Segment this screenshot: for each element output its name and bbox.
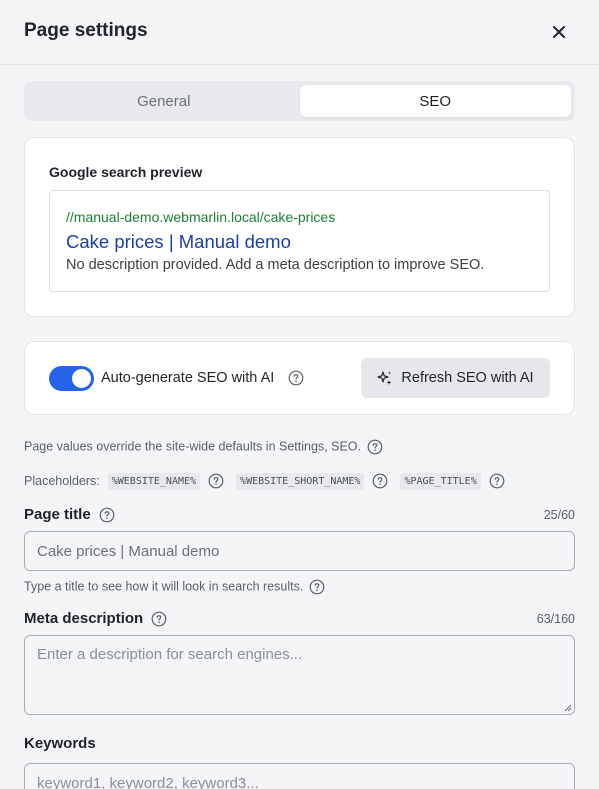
auto-generate-toggle[interactable] xyxy=(49,366,94,391)
page-title-label-text: Page title xyxy=(24,506,91,523)
page-title-label: Page title xyxy=(24,506,115,523)
meta-description-input[interactable]: Enter a description for search engines..… xyxy=(24,635,575,715)
keywords-input[interactable]: keyword1, keyword2, keyword3... xyxy=(24,763,575,789)
dialog-title: Page settings xyxy=(24,20,148,41)
meta-description-label: Meta description xyxy=(24,610,167,627)
resize-handle-icon[interactable] xyxy=(564,704,572,712)
help-icon[interactable] xyxy=(309,579,325,595)
preview-description: No description provided. Add a meta desc… xyxy=(66,257,485,273)
keywords-placeholder: keyword1, keyword2, keyword3... xyxy=(37,775,259,789)
settings-tabs: General SEO xyxy=(24,81,575,121)
help-icon[interactable] xyxy=(372,473,388,489)
placeholder-chip[interactable]: %WEBSITE_SHORT_NAME% xyxy=(236,472,365,490)
page-title-value: Cake prices | Manual demo xyxy=(37,542,220,560)
search-preview-card: Google search preview //manual-demo.webm… xyxy=(24,137,575,317)
placeholder-chip[interactable]: %PAGE_TITLE% xyxy=(400,472,481,490)
meta-description-placeholder: Enter a description for search engines..… xyxy=(37,646,303,663)
dialog-header: Page settings xyxy=(0,0,599,65)
placeholder-chip[interactable]: %WEBSITE_NAME% xyxy=(107,472,201,490)
page-title-hint-text: Type a title to see how it will look in … xyxy=(24,579,304,594)
override-note-text: Page values override the site-wide defau… xyxy=(24,439,361,454)
auto-generate-label: Auto-generate SEO with AI xyxy=(101,370,275,386)
search-preview-box: //manual-demo.webmarlin.local/cake-price… xyxy=(49,190,550,292)
meta-description-counter: 63/160 xyxy=(536,612,575,626)
help-icon[interactable] xyxy=(489,473,505,489)
meta-description-label-text: Meta description xyxy=(24,610,144,627)
sparkles-icon xyxy=(377,371,392,385)
help-icon[interactable] xyxy=(151,611,167,627)
refresh-seo-label: Refresh SEO with AI xyxy=(401,370,534,386)
close-button[interactable] xyxy=(547,20,571,44)
tab-general[interactable]: General xyxy=(28,85,300,117)
placeholders-row: Placeholders: %WEBSITE_NAME% %WEBSITE_SH… xyxy=(24,471,509,491)
help-icon[interactable] xyxy=(367,439,383,455)
help-icon[interactable] xyxy=(288,370,304,386)
preview-title: Cake prices | Manual demo xyxy=(66,231,291,252)
toggle-knob xyxy=(72,369,91,388)
page-title-input[interactable]: Cake prices | Manual demo xyxy=(24,531,575,571)
override-note: Page values override the site-wide defau… xyxy=(24,439,383,455)
search-preview-label: Google search preview xyxy=(49,164,203,180)
placeholders-label: Placeholders: xyxy=(24,474,100,488)
keywords-label: Keywords xyxy=(24,735,96,752)
help-icon[interactable] xyxy=(99,507,115,523)
page-title-counter: 25/60 xyxy=(543,508,575,522)
tab-seo[interactable]: SEO xyxy=(299,85,571,117)
close-icon xyxy=(553,26,565,38)
keywords-label-text: Keywords xyxy=(24,735,96,752)
page-title-hint: Type a title to see how it will look in … xyxy=(24,579,325,595)
refresh-seo-button[interactable]: Refresh SEO with AI xyxy=(361,358,550,398)
ai-seo-card: Auto-generate SEO with AI Refresh SEO wi… xyxy=(24,341,575,415)
preview-url: //manual-demo.webmarlin.local/cake-price… xyxy=(66,209,336,225)
help-icon[interactable] xyxy=(208,473,224,489)
